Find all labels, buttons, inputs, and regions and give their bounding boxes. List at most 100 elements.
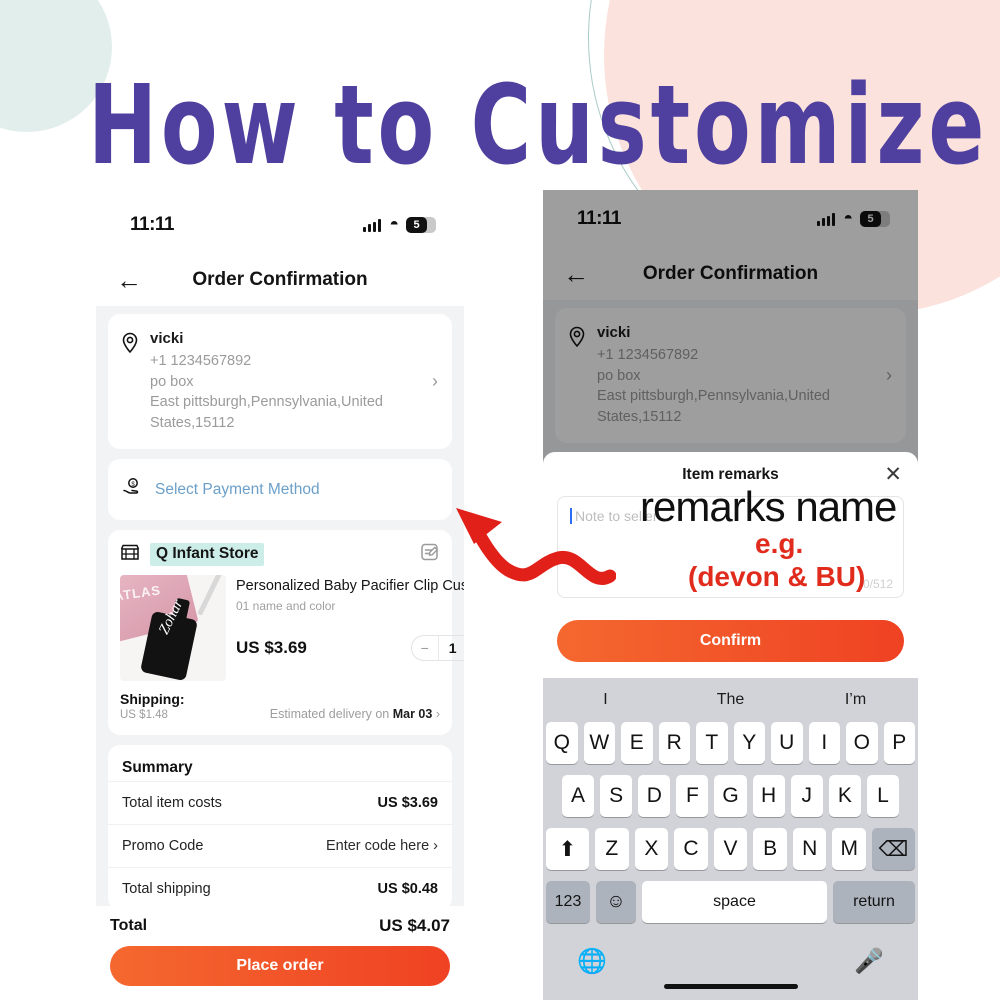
suggestion-3[interactable]: I’m	[793, 691, 918, 709]
address-line2: East pittsburgh,Pennsylvania,United	[150, 394, 383, 411]
address-name: vicki	[150, 330, 184, 347]
key-l[interactable]: L	[866, 775, 899, 817]
nav-bar: ← Order Confirmation	[96, 254, 464, 306]
key-o[interactable]: O	[846, 722, 878, 764]
keyboard-row-1: Q W E R T Y U I O P	[543, 722, 918, 775]
numbers-key[interactable]: 123	[546, 881, 590, 923]
store-row[interactable]: Q Infant Store	[108, 530, 452, 573]
key-m[interactable]: M	[832, 828, 867, 870]
key-p[interactable]: P	[883, 722, 915, 764]
battery-level-text: 5	[860, 211, 881, 227]
location-pin-icon	[567, 326, 589, 353]
key-h[interactable]: H	[752, 775, 785, 817]
key-s[interactable]: S	[600, 775, 633, 817]
battery-icon: 5	[406, 217, 436, 233]
globe-icon[interactable]: 🌐	[577, 950, 607, 974]
return-key[interactable]: return	[833, 881, 915, 923]
quantity-value: 1	[437, 636, 464, 661]
quantity-decrease-button[interactable]: −	[412, 636, 438, 660]
backspace-icon[interactable]: ⌫	[872, 828, 916, 870]
keyboard-row-3: ⬆ Z X C V B N M ⌫	[543, 828, 918, 881]
key-w[interactable]: W	[583, 722, 615, 764]
key-e[interactable]: E	[621, 722, 653, 764]
chevron-right-icon[interactable]: ›	[432, 371, 438, 392]
product-info: Personalized Baby Pacifier Clip Custo… 0…	[226, 575, 464, 681]
key-g[interactable]: G	[714, 775, 747, 817]
key-n[interactable]: N	[792, 828, 827, 870]
total-row: Total US $4.07	[110, 914, 450, 946]
address-name: vicki	[597, 324, 631, 341]
key-c[interactable]: C	[674, 828, 708, 870]
microphone-icon[interactable]: 🎤	[854, 950, 884, 974]
suggestion-2[interactable]: The	[668, 691, 793, 709]
order-item-row[interactable]: ATLAS Zohar Personalized Baby Pacifier C…	[108, 573, 464, 682]
total-label: Total	[110, 917, 148, 934]
battery-level-text: 5	[406, 217, 427, 233]
home-indicator	[663, 984, 798, 989]
key-k[interactable]: K	[828, 775, 861, 817]
delivery-estimate[interactable]: Estimated delivery on Mar 03 ›	[270, 707, 440, 721]
battery-icon: 5	[860, 211, 890, 227]
key-z[interactable]: Z	[594, 828, 629, 870]
place-order-button[interactable]: Place order	[110, 946, 450, 986]
suggestion-1[interactable]: I	[543, 691, 668, 709]
promo-code-entry-link[interactable]: Enter code here ›	[326, 838, 438, 854]
payment-hand-coin-icon: $	[122, 477, 146, 502]
address-phone: +1 1234567892	[150, 353, 252, 369]
summary-label: Total shipping	[122, 881, 211, 898]
key-r[interactable]: R	[658, 722, 690, 764]
delivery-estimate-date: Mar 03	[392, 707, 433, 722]
address-card[interactable]: vicki +1 1234567892 po box East pittsbur…	[108, 314, 452, 450]
quantity-stepper[interactable]: − 1 +	[410, 635, 464, 662]
key-b[interactable]: B	[753, 828, 787, 870]
key-i[interactable]: I	[808, 722, 840, 764]
emoji-smiley-icon[interactable]: ☺	[596, 881, 636, 923]
product-price-row: US $3.69 − 1 +	[236, 635, 464, 662]
space-key[interactable]: space	[642, 881, 827, 923]
annotation-eg: e.g.	[755, 528, 804, 559]
shipping-cost-block: Shipping: US $1.48	[120, 691, 185, 721]
red-wavy-arrow-icon	[440, 492, 617, 593]
total-value: US $4.07	[379, 916, 450, 935]
status-time-right: 11:11	[577, 208, 622, 229]
location-pin-icon	[120, 332, 142, 359]
status-bar-right: 11:11 ◓ 5	[543, 190, 918, 248]
annotation-remarks-name: remarks name	[640, 483, 897, 530]
summary-value: US $0.48	[377, 881, 438, 898]
store-name: Q Infant Store	[150, 543, 265, 567]
address-phone: +1 1234567892	[597, 347, 699, 363]
phone-mockup-right: 11:11 ◓ 5 ← Order Confirmation vicki +1 …	[543, 190, 918, 1000]
key-d[interactable]: D	[638, 775, 671, 817]
summary-value: US $3.69	[377, 795, 438, 812]
summary-row-promo-code[interactable]: Promo Code Enter code here ›	[108, 824, 452, 867]
shipping-row[interactable]: Shipping: US $1.48 Estimated delivery on…	[108, 681, 452, 735]
product-thumbnail: ATLAS Zohar	[120, 575, 226, 682]
shift-arrow-icon[interactable]: ⬆	[545, 828, 589, 870]
select-payment-method-row[interactable]: $ Select Payment Method	[108, 459, 452, 521]
product-title: Personalized Baby Pacifier Clip Custo…	[236, 578, 464, 595]
key-a[interactable]: A	[562, 775, 595, 817]
delivery-chevron-icon: ›	[435, 707, 440, 722]
key-q[interactable]: Q	[546, 722, 578, 764]
status-icons-right: ◓ 5	[817, 211, 890, 227]
key-y[interactable]: Y	[733, 722, 765, 764]
payment-method-label: Select Payment Method	[155, 480, 320, 498]
key-f[interactable]: F	[676, 775, 709, 817]
annotation-example: (devon & BU)	[688, 561, 866, 592]
modal-title: Item remarks	[682, 466, 779, 483]
status-icons: ◓ 5	[363, 217, 436, 233]
address-card-right[interactable]: vicki +1 1234567892 po box East pittsbur…	[555, 308, 906, 444]
close-x-icon[interactable]: ✕	[884, 464, 902, 485]
chevron-right-icon[interactable]: ›	[886, 365, 892, 386]
wifi-icon: ◓	[843, 210, 853, 227]
keyboard-bottom-bar: 🌐 🎤	[543, 934, 918, 986]
key-v[interactable]: V	[713, 828, 748, 870]
key-j[interactable]: J	[790, 775, 823, 817]
edit-note-icon[interactable]	[420, 542, 440, 567]
key-u[interactable]: U	[771, 722, 803, 764]
key-t[interactable]: T	[696, 722, 728, 764]
confirm-button[interactable]: Confirm	[557, 620, 904, 662]
key-x[interactable]: X	[634, 828, 669, 870]
shipping-label: Shipping:	[120, 691, 185, 708]
dimmed-background-screen: 11:11 ◓ 5 ← Order Confirmation vicki +1 …	[543, 190, 918, 480]
